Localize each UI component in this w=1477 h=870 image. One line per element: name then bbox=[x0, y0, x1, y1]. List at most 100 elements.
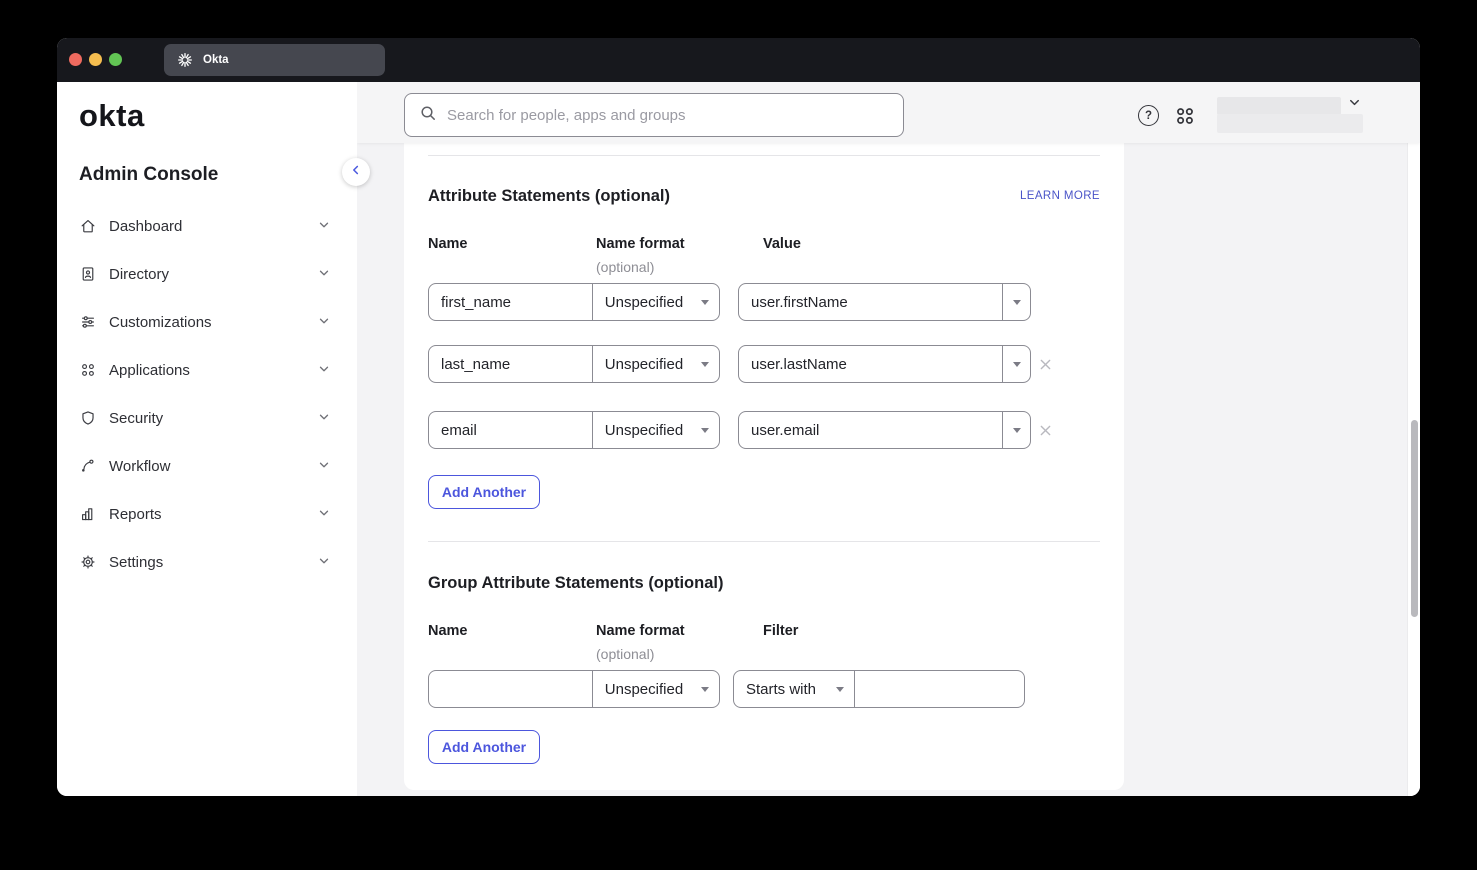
name-format-select[interactable]: Unspecified bbox=[592, 671, 719, 707]
caret-down-icon bbox=[701, 687, 709, 692]
okta-logo: okta bbox=[79, 98, 145, 134]
topbar: ? bbox=[357, 82, 1420, 143]
remove-row-button[interactable] bbox=[1035, 420, 1055, 440]
sidebar-item-security[interactable]: Security bbox=[57, 394, 357, 442]
tab-title: Okta bbox=[203, 54, 229, 66]
name-format-select[interactable]: Unspecified bbox=[592, 284, 719, 320]
name-format-select[interactable]: Unspecified bbox=[592, 346, 719, 382]
filter-value-input[interactable] bbox=[855, 681, 1024, 698]
chevron-down-icon bbox=[317, 506, 331, 525]
column-header-value: Value bbox=[763, 234, 801, 254]
sliders-icon bbox=[79, 313, 97, 331]
attribute-row: Unspecified bbox=[404, 411, 1124, 449]
value-dropdown-button[interactable] bbox=[1002, 346, 1030, 382]
chevron-left-icon bbox=[349, 163, 363, 182]
minimize-window-button[interactable] bbox=[89, 53, 102, 66]
okta-favicon-icon bbox=[176, 51, 194, 69]
column-header-name-format: Name format bbox=[596, 234, 685, 254]
question-mark-icon: ? bbox=[1145, 110, 1152, 122]
remove-row-button[interactable] bbox=[1035, 354, 1055, 374]
global-search bbox=[404, 93, 904, 137]
caret-down-icon bbox=[836, 687, 844, 692]
redacted-org-name bbox=[1217, 114, 1363, 133]
sidebar-item-label: Directory bbox=[109, 266, 169, 283]
attribute-name-input[interactable] bbox=[429, 356, 592, 373]
account-menu[interactable] bbox=[1217, 97, 1420, 133]
name-format-select[interactable]: Unspecified bbox=[592, 412, 719, 448]
attribute-statements-title: Attribute Statements (optional) bbox=[428, 187, 670, 206]
attribute-row: Unspecified bbox=[404, 345, 1124, 383]
sidebar-item-reports[interactable]: Reports bbox=[57, 490, 357, 538]
chevron-down-icon bbox=[317, 410, 331, 429]
sidebar-item-label: Applications bbox=[109, 362, 190, 379]
attribute-value-input[interactable] bbox=[739, 294, 1002, 311]
sidebar-item-label: Settings bbox=[109, 554, 163, 571]
attribute-row: Unspecified bbox=[404, 283, 1124, 321]
main-content: Attribute Statements (optional) LEARN MO… bbox=[357, 143, 1420, 796]
scrollbar-track bbox=[1407, 143, 1420, 796]
column-header-optional-note: (optional) bbox=[596, 257, 654, 277]
add-another-attribute-button[interactable]: Add Another bbox=[428, 475, 540, 509]
sidebar-item-dashboard[interactable]: Dashboard bbox=[57, 202, 357, 250]
settings-card: Attribute Statements (optional) LEARN MO… bbox=[404, 143, 1124, 790]
sidebar: okta Admin Console Dashboard bbox=[57, 82, 357, 796]
chevron-down-icon bbox=[317, 314, 331, 333]
column-header-name-format: Name format bbox=[596, 621, 685, 641]
desktop: Okta okta Admin Console Dashboard bbox=[0, 0, 1477, 870]
gear-icon bbox=[79, 553, 97, 571]
attribute-name-input[interactable] bbox=[429, 422, 592, 439]
search-input[interactable] bbox=[447, 107, 903, 124]
scrollbar-thumb[interactable] bbox=[1411, 420, 1418, 617]
shield-icon bbox=[79, 409, 97, 427]
name-format-value: Unspecified bbox=[605, 422, 683, 439]
chevron-down-icon bbox=[1347, 95, 1362, 115]
home-icon bbox=[79, 217, 97, 235]
id-badge-icon bbox=[79, 265, 97, 283]
add-another-group-attribute-button[interactable]: Add Another bbox=[428, 730, 540, 764]
zoom-window-button[interactable] bbox=[109, 53, 122, 66]
filter-type-select[interactable]: Starts with bbox=[734, 671, 855, 707]
column-header-filter: Filter bbox=[763, 621, 798, 641]
help-button[interactable]: ? bbox=[1138, 105, 1159, 126]
sidebar-item-label: Reports bbox=[109, 506, 162, 523]
search-icon bbox=[419, 104, 437, 127]
browser-tab[interactable]: Okta bbox=[164, 44, 385, 76]
attribute-value-input[interactable] bbox=[739, 356, 1002, 373]
sidebar-item-customizations[interactable]: Customizations bbox=[57, 298, 357, 346]
sidebar-collapse-button[interactable] bbox=[342, 158, 370, 186]
filter-type-value: Starts with bbox=[746, 681, 816, 698]
caret-down-icon bbox=[701, 428, 709, 433]
close-window-button[interactable] bbox=[69, 53, 82, 66]
sidebar-item-directory[interactable]: Directory bbox=[57, 250, 357, 298]
admin-console-title: Admin Console bbox=[79, 164, 218, 186]
chevron-down-icon bbox=[317, 554, 331, 573]
chevron-down-icon bbox=[317, 266, 331, 285]
column-header-optional-note: (optional) bbox=[596, 644, 654, 664]
name-format-value: Unspecified bbox=[605, 681, 683, 698]
value-dropdown-button[interactable] bbox=[1002, 412, 1030, 448]
group-attribute-statements-title: Group Attribute Statements (optional) bbox=[428, 574, 723, 593]
caret-down-icon bbox=[1013, 428, 1021, 433]
section-divider bbox=[428, 541, 1100, 542]
sidebar-item-applications[interactable]: Applications bbox=[57, 346, 357, 394]
attribute-value-input[interactable] bbox=[739, 422, 1002, 439]
caret-down-icon bbox=[701, 362, 709, 367]
close-icon bbox=[1039, 424, 1052, 437]
attribute-name-input[interactable] bbox=[429, 294, 592, 311]
window-controls bbox=[69, 53, 122, 66]
learn-more-link[interactable]: LEARN MORE bbox=[1020, 190, 1100, 202]
redacted-username bbox=[1217, 97, 1341, 115]
caret-down-icon bbox=[1013, 362, 1021, 367]
section-divider bbox=[428, 155, 1100, 156]
group-name-input[interactable] bbox=[429, 681, 592, 698]
sidebar-item-label: Security bbox=[109, 410, 163, 427]
workflow-icon bbox=[79, 457, 97, 475]
sidebar-item-workflow[interactable]: Workflow bbox=[57, 442, 357, 490]
sidebar-item-label: Dashboard bbox=[109, 218, 182, 235]
sidebar-item-settings[interactable]: Settings bbox=[57, 538, 357, 586]
value-dropdown-button[interactable] bbox=[1002, 284, 1030, 320]
sidebar-item-label: Workflow bbox=[109, 458, 170, 475]
browser-chrome: Okta bbox=[57, 38, 1420, 82]
app-switcher-button[interactable] bbox=[1174, 105, 1196, 127]
dots-grid-icon bbox=[1174, 105, 1196, 127]
